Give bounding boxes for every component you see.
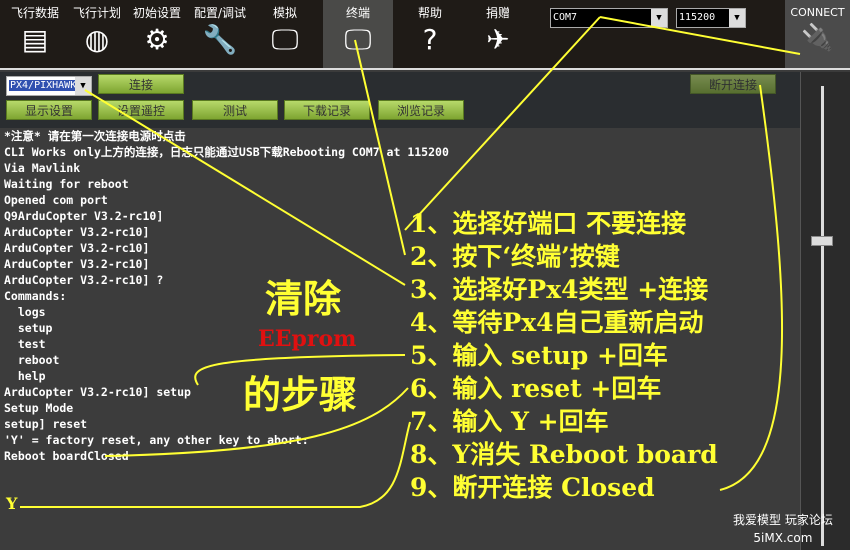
- step-8: 8、Y消失 Reboot board: [410, 440, 718, 469]
- step-9: 9、断开连接 Closed: [410, 473, 655, 502]
- typed-y: Y: [6, 494, 18, 513]
- line-step7: [20, 421, 411, 508]
- step-6: 6、输入 reset +回车: [410, 374, 662, 403]
- line-port-connect: [599, 16, 801, 55]
- watermark: 我爱模型 玩家论坛 5iMX.com: [733, 511, 833, 547]
- step-2: 2、按下‘终端’按键: [410, 242, 620, 271]
- watermark-line1: 我爱模型 玩家论坛: [733, 513, 833, 527]
- step-1: 1、选择好端口 不要连接: [410, 209, 687, 238]
- step-3: 3、选择好Px4类型 +连接: [410, 275, 709, 304]
- line-step1: [404, 16, 601, 231]
- line-step9: [719, 84, 783, 491]
- title-steps: 的步骤: [243, 372, 358, 417]
- step-7: 7、输入 Y +回车: [410, 407, 609, 436]
- step-4: 4、等待Px4自己重新启动: [410, 308, 704, 337]
- title-eeprom: EEprom: [258, 326, 357, 352]
- step-5: 5、输入 setup +回车: [410, 341, 668, 370]
- title-clear: 清除: [265, 276, 342, 321]
- watermark-line2: 5iMX.com: [753, 531, 813, 545]
- line-step3: [84, 89, 406, 286]
- line-step2: [354, 39, 406, 256]
